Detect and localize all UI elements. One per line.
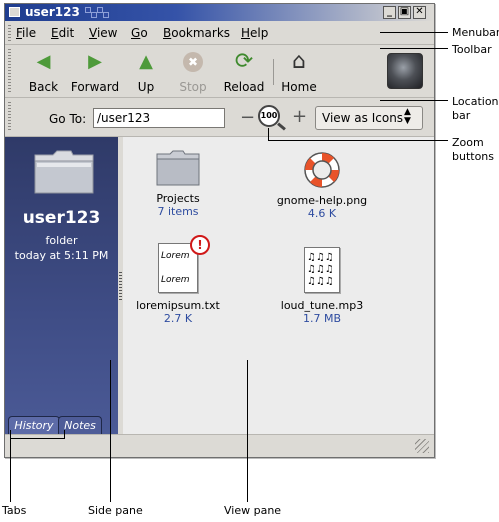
location-input[interactable] xyxy=(93,108,225,128)
callout-line-zoom xyxy=(268,140,448,141)
right-arrow-icon: ▶ xyxy=(88,51,102,72)
side-pane-title: user123 xyxy=(22,208,101,228)
callout-view-pane: View pane xyxy=(224,504,282,517)
callout-toolbar: Toolbar xyxy=(452,43,492,56)
view-as-select[interactable]: View as Icons ▲▼ xyxy=(315,106,423,130)
file-info: 2.7 K xyxy=(163,312,193,325)
text-preview-line: Lorem xyxy=(161,251,190,261)
text-file-icon: Lorem Lorem ! xyxy=(158,235,210,293)
reload-label: Reload xyxy=(223,80,265,94)
folder-icon xyxy=(156,150,200,186)
menu-edit[interactable]: Edit xyxy=(51,26,74,40)
file-info: 4.6 K xyxy=(307,207,337,220)
home-label: Home xyxy=(281,80,317,94)
menubar: File Edit View Go Bookmarks Help xyxy=(5,22,434,45)
view-pane: Projects 7 items gnome-help.png 4.6 K Lo… xyxy=(123,137,434,434)
goto-label: Go To: xyxy=(49,112,87,126)
window-menu-icon[interactable] xyxy=(9,7,20,17)
location-bar-grip[interactable] xyxy=(8,102,11,132)
callout-menubar: Menubar xyxy=(452,26,499,39)
side-pane-date: today at 5:11 PM xyxy=(14,249,109,262)
audio-file-icon: ♫♫♫ ♫♫♫ ♫♫♫ xyxy=(304,247,340,293)
file-name: Projects xyxy=(156,192,200,205)
callout-line-view-pane xyxy=(247,360,248,502)
up-button[interactable]: ▲ Up xyxy=(125,45,167,97)
reload-button[interactable]: ⟳ Reload xyxy=(219,45,269,97)
toolbar-separator xyxy=(273,59,274,85)
folder-icon xyxy=(34,150,94,194)
toolbar-grip[interactable] xyxy=(8,49,11,93)
side-pane-type: folder xyxy=(45,234,78,247)
back-label: Back xyxy=(28,80,59,94)
file-item-gnome-help[interactable]: gnome-help.png 4.6 K xyxy=(267,149,377,220)
text-preview-line: Lorem xyxy=(161,275,190,285)
file-info: 1.7 MB xyxy=(302,312,342,325)
select-arrows-icon: ▲▼ xyxy=(404,107,411,126)
title-bar[interactable]: user123 _ ▣ ✕ xyxy=(5,4,434,21)
zoom-out-button[interactable]: − xyxy=(240,107,255,128)
menu-view[interactable]: View xyxy=(89,26,117,40)
menu-go[interactable]: Go xyxy=(131,26,148,40)
file-name: loud_tune.mp3 xyxy=(280,299,364,312)
title-decoration xyxy=(103,12,109,18)
menubar-grip[interactable] xyxy=(8,25,11,41)
up-label: Up xyxy=(137,80,155,94)
home-button[interactable]: ⌂ Home xyxy=(277,45,321,97)
callout-line-tabs xyxy=(64,430,65,439)
menu-bookmarks[interactable]: Bookmarks xyxy=(163,26,230,40)
callout-line-toolbar xyxy=(380,48,448,49)
callout-line-menubar xyxy=(380,32,448,33)
menu-file[interactable]: File xyxy=(16,26,36,40)
lifebuoy-icon xyxy=(304,152,340,188)
left-arrow-icon: ◀ xyxy=(36,51,51,72)
menu-help[interactable]: Help xyxy=(241,26,268,40)
toolbar: ◀ Back ▶ Forward ▲ Up ✖ Stop ⟳ Reload ⌂ … xyxy=(5,45,434,98)
callout-tabs: Tabs xyxy=(2,504,27,517)
important-emblem-icon: ! xyxy=(190,235,210,255)
location-bar: Go To: − 100 + View as Icons ▲▼ xyxy=(5,98,434,137)
file-info: 7 items xyxy=(157,205,199,218)
stop-button[interactable]: ✖ Stop xyxy=(172,45,214,97)
file-name: loremipsum.txt xyxy=(136,299,220,312)
music-notes-icon: ♫♫♫ xyxy=(307,252,334,263)
file-item-loud-tune[interactable]: ♫♫♫ ♫♫♫ ♫♫♫ loud_tune.mp3 1.7 MB xyxy=(267,247,377,325)
callout-line-zoom xyxy=(268,128,269,140)
callout-side-pane: Side pane xyxy=(88,504,143,517)
status-bar xyxy=(5,434,434,457)
file-manager-window: user123 _ ▣ ✕ File Edit View Go Bookmark… xyxy=(4,3,435,458)
callout-location-bar: Location bar xyxy=(452,95,499,122)
magnifier-handle xyxy=(277,122,286,131)
file-item-projects[interactable]: Projects 7 items xyxy=(123,149,233,218)
stop-icon: ✖ xyxy=(183,52,203,72)
back-button[interactable]: ◀ Back xyxy=(21,45,66,97)
reload-icon: ⟳ xyxy=(234,49,254,74)
forward-button[interactable]: ▶ Forward xyxy=(69,45,121,97)
minimize-button[interactable]: _ xyxy=(383,6,396,19)
callout-line-location-bar xyxy=(380,100,448,101)
window-resize-grip[interactable] xyxy=(415,439,429,453)
side-pane: user123 folder today at 5:11 PM History … xyxy=(5,137,118,435)
callout-line-side-pane xyxy=(110,360,111,502)
home-icon: ⌂ xyxy=(292,49,306,74)
pane-resize-handle[interactable] xyxy=(119,272,122,300)
callout-zoom-buttons: Zoom buttons xyxy=(452,136,495,163)
forward-label: Forward xyxy=(70,80,120,94)
file-name: gnome-help.png xyxy=(276,194,368,207)
close-button[interactable]: ✕ xyxy=(413,6,426,19)
zoom-in-button[interactable]: + xyxy=(292,106,307,127)
view-as-label: View as Icons xyxy=(322,111,404,125)
maximize-button[interactable]: ▣ xyxy=(398,6,411,19)
callout-line-tabs xyxy=(10,438,65,439)
file-item-loremipsum[interactable]: Lorem Lorem ! loremipsum.txt 2.7 K xyxy=(123,235,233,325)
throbber-icon xyxy=(387,53,423,89)
music-notes-icon: ♫♫♫ xyxy=(307,276,334,287)
up-arrow-icon: ▲ xyxy=(139,51,153,72)
music-notes-icon: ♫♫♫ xyxy=(307,264,334,275)
stop-label: Stop xyxy=(179,80,207,94)
window-title: user123 xyxy=(25,5,80,19)
tab-history[interactable]: History xyxy=(8,416,60,435)
callout-line-tabs xyxy=(10,430,11,502)
